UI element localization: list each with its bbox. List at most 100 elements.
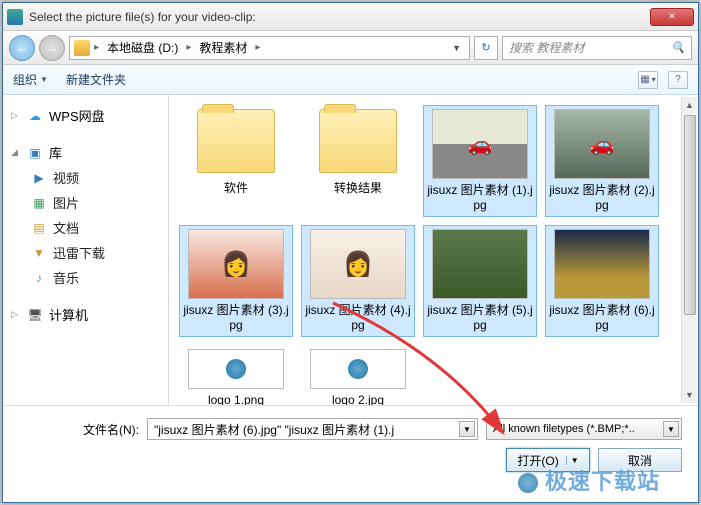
- file-name: jisuxz 图片素材 (3).jpg: [181, 303, 291, 333]
- image-thumbnail: [554, 229, 650, 299]
- chevron-down-icon: ▼: [566, 456, 579, 465]
- video-icon: ▶: [31, 170, 47, 186]
- sidebar-item-library[interactable]: ◢ ▣ 库: [9, 140, 162, 165]
- computer-icon: 🖥: [27, 307, 43, 323]
- file-name: jisuxz 图片素材 (2).jpg: [547, 183, 657, 213]
- sidebar-label: 库: [49, 143, 62, 162]
- file-list: 软件 转换结果 🚗 jisuxz 图片素材 (1).jpg 🚗 jisuxz 图…: [169, 95, 698, 405]
- file-item[interactable]: 🚗 jisuxz 图片素材 (1).jpg: [423, 105, 537, 217]
- file-name: jisuxz 图片素材 (5).jpg: [425, 303, 535, 333]
- picture-icon: ▦: [31, 195, 47, 211]
- sidebar-label: 视频: [53, 168, 79, 187]
- file-name: 软件: [181, 181, 291, 196]
- image-thumbnail: 🚗: [432, 109, 528, 179]
- folder-item[interactable]: 软件: [179, 105, 293, 217]
- file-name: jisuxz 图片素材 (4).jpg: [303, 303, 413, 333]
- chevron-right-icon: ▸: [92, 42, 101, 53]
- sidebar-label: 音乐: [53, 268, 79, 287]
- file-name: jisuxz 图片素材 (6).jpg: [547, 303, 657, 333]
- filetype-value: All known filetypes (*.BMP;*..: [493, 423, 635, 435]
- image-thumbnail: 👩: [188, 229, 284, 299]
- image-thumbnail: [432, 229, 528, 299]
- file-name: 转换结果: [303, 181, 413, 196]
- open-label: 打开(O): [517, 452, 558, 469]
- sidebar-item-documents[interactable]: ▤ 文档: [9, 215, 162, 240]
- file-item[interactable]: 👩 jisuxz 图片素材 (4).jpg: [301, 225, 415, 337]
- file-name: logo 1.png: [181, 393, 291, 405]
- filename-label: 文件名(N):: [19, 421, 139, 438]
- sidebar-item-video[interactable]: ▶ 视频: [9, 165, 162, 190]
- close-button[interactable]: [650, 8, 694, 26]
- view-options-button[interactable]: ▦▾: [638, 71, 658, 89]
- file-dialog-window: Select the picture file(s) for your vide…: [2, 2, 699, 503]
- file-item[interactable]: 👩 jisuxz 图片素材 (3).jpg: [179, 225, 293, 337]
- toolbar: 组织 ▼ 新建文件夹 ▦▾ ?: [3, 65, 698, 95]
- library-icon: ▣: [27, 145, 43, 161]
- dialog-body: ▷ ☁ WPS网盘 ◢ ▣ 库 ▶ 视频 ▦ 图片: [3, 95, 698, 405]
- breadcrumb-dropdown[interactable]: ▼: [448, 43, 465, 53]
- sidebar-label: 迅雷下载: [53, 243, 105, 262]
- file-name: logo 2.jpg: [303, 393, 413, 405]
- chevron-right-icon: ▸: [184, 42, 193, 53]
- help-button[interactable]: ?: [668, 71, 688, 89]
- image-thumbnail: [310, 349, 406, 389]
- file-item[interactable]: jisuxz 图片素材 (5).jpg: [423, 225, 537, 337]
- filename-input[interactable]: "jisuxz 图片素材 (6).jpg" "jisuxz 图片素材 (1).j…: [147, 418, 478, 440]
- document-icon: ▤: [31, 220, 47, 236]
- folder-item[interactable]: 转换结果: [301, 105, 415, 217]
- sidebar-item-wps[interactable]: ▷ ☁ WPS网盘: [9, 103, 162, 128]
- breadcrumb-drive[interactable]: 本地磁盘 (D:): [103, 39, 182, 56]
- image-thumbnail: 🚗: [554, 109, 650, 179]
- collapse-icon: ◢: [11, 147, 21, 158]
- open-button[interactable]: 打开(O) ▼: [506, 448, 590, 472]
- folder-icon: [197, 109, 275, 173]
- app-icon: [7, 9, 23, 25]
- chevron-down-icon: ▼: [40, 75, 48, 84]
- organize-menu[interactable]: 组织 ▼: [13, 71, 48, 88]
- chevron-right-icon: ▸: [253, 42, 262, 53]
- breadcrumb-folder[interactable]: 教程素材: [195, 39, 251, 56]
- refresh-button[interactable]: ↻: [474, 36, 498, 60]
- scrollbar-thumb[interactable]: [684, 115, 696, 315]
- sidebar-label: 图片: [53, 193, 79, 212]
- dropdown-icon[interactable]: ▼: [459, 421, 475, 437]
- image-thumbnail: [188, 349, 284, 389]
- sidebar-item-music[interactable]: ♪ 音乐: [9, 265, 162, 290]
- dropdown-icon[interactable]: ▼: [663, 421, 679, 437]
- expand-icon: ▷: [11, 110, 21, 121]
- file-item[interactable]: 🚗 jisuxz 图片素材 (2).jpg: [545, 105, 659, 217]
- search-placeholder: 搜索 教程素材: [509, 39, 584, 56]
- bottom-bar: 文件名(N): "jisuxz 图片素材 (6).jpg" "jisuxz 图片…: [3, 405, 698, 480]
- scroll-down-icon[interactable]: ▼: [682, 387, 697, 403]
- sidebar: ▷ ☁ WPS网盘 ◢ ▣ 库 ▶ 视频 ▦ 图片: [3, 95, 169, 405]
- cloud-icon: ☁: [27, 108, 43, 124]
- new-folder-button[interactable]: 新建文件夹: [66, 71, 126, 88]
- file-item[interactable]: jisuxz 图片素材 (6).jpg: [545, 225, 659, 337]
- sidebar-item-pictures[interactable]: ▦ 图片: [9, 190, 162, 215]
- file-item[interactable]: logo 1.png: [179, 345, 293, 405]
- sidebar-item-computer[interactable]: ▷ 🖥 计算机: [9, 302, 162, 327]
- folder-icon: [319, 109, 397, 173]
- forward-button[interactable]: →: [39, 35, 65, 61]
- sidebar-label: 计算机: [49, 305, 88, 324]
- file-name: jisuxz 图片素材 (1).jpg: [425, 183, 535, 213]
- vertical-scrollbar[interactable]: ▲ ▼: [681, 97, 697, 403]
- window-title: Select the picture file(s) for your vide…: [29, 10, 650, 24]
- cancel-button[interactable]: 取消: [598, 448, 682, 472]
- expand-icon: ▷: [11, 309, 21, 320]
- image-thumbnail: 👩: [310, 229, 406, 299]
- filename-value: "jisuxz 图片素材 (6).jpg" "jisuxz 图片素材 (1).j: [154, 421, 394, 438]
- search-icon: 🔍: [671, 41, 685, 54]
- organize-label: 组织: [13, 71, 37, 88]
- scroll-up-icon[interactable]: ▲: [682, 97, 697, 113]
- breadcrumb[interactable]: ▸ 本地磁盘 (D:) ▸ 教程素材 ▸ ▼: [69, 36, 470, 60]
- titlebar: Select the picture file(s) for your vide…: [3, 3, 698, 31]
- navigation-bar: ← → ▸ 本地磁盘 (D:) ▸ 教程素材 ▸ ▼ ↻ 搜索 教程素材 🔍: [3, 31, 698, 65]
- file-item[interactable]: logo 2.jpg: [301, 345, 415, 405]
- sidebar-label: 文档: [53, 218, 79, 237]
- search-input[interactable]: 搜索 教程素材 🔍: [502, 36, 692, 60]
- music-icon: ♪: [31, 270, 47, 286]
- filetype-dropdown[interactable]: All known filetypes (*.BMP;*.. ▼: [486, 418, 682, 440]
- sidebar-item-xunlei[interactable]: ▼ 迅雷下载: [9, 240, 162, 265]
- back-button[interactable]: ←: [9, 35, 35, 61]
